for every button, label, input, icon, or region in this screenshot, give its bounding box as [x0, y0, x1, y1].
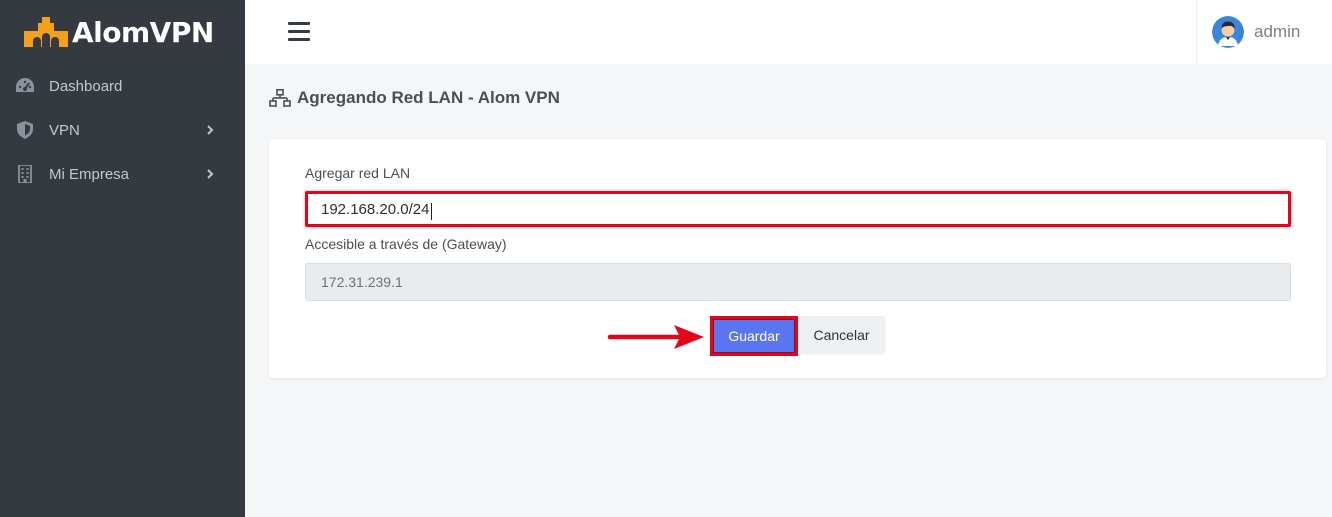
building-icon — [14, 163, 36, 185]
user-name: admin — [1254, 22, 1301, 41]
sidebar-item-label: VPN — [49, 121, 80, 139]
sidebar: AlomVPN Dashboard VPN Mi Empresa — [0, 0, 245, 517]
tachometer-icon — [14, 75, 36, 97]
gateway-input — [305, 263, 1291, 301]
cancel-button[interactable]: Cancelar — [798, 316, 885, 353]
top-navbar: admin — [245, 0, 1332, 64]
network-icon — [269, 89, 291, 107]
brand-logo[interactable]: AlomVPN — [0, 0, 245, 64]
chevron-right-icon — [207, 125, 214, 135]
sidebar-item-dashboard[interactable]: Dashboard — [0, 64, 245, 108]
lan-form-card: Agregar red LAN Accesible a través de (G… — [269, 139, 1326, 378]
save-button[interactable]: Guardar — [710, 316, 798, 356]
sidebar-item-label: Dashboard — [49, 77, 123, 95]
hamburger-icon[interactable] — [288, 22, 310, 42]
page-title: Agregando Red LAN - Alom VPN — [297, 88, 560, 107]
avatar — [1212, 16, 1244, 48]
lan-network-input[interactable] — [305, 191, 1291, 227]
sidebar-item-mi-empresa[interactable]: Mi Empresa — [0, 152, 245, 196]
annotation-arrow-icon — [607, 325, 704, 349]
user-menu[interactable]: admin — [1196, 0, 1332, 64]
gateway-field-label: Accesible a través de (Gateway) — [305, 236, 507, 252]
brand-name: AlomVPN — [72, 15, 214, 49]
page-header: Agregando Red LAN - Alom VPN — [269, 88, 560, 108]
sidebar-item-vpn[interactable]: VPN — [0, 108, 245, 152]
lan-field-label: Agregar red LAN — [305, 165, 411, 181]
brand-logo-icon — [24, 17, 68, 47]
sidebar-item-label: Mi Empresa — [49, 165, 130, 183]
text-cursor — [431, 203, 432, 220]
chevron-right-icon — [207, 169, 214, 179]
shield-icon — [14, 119, 36, 141]
